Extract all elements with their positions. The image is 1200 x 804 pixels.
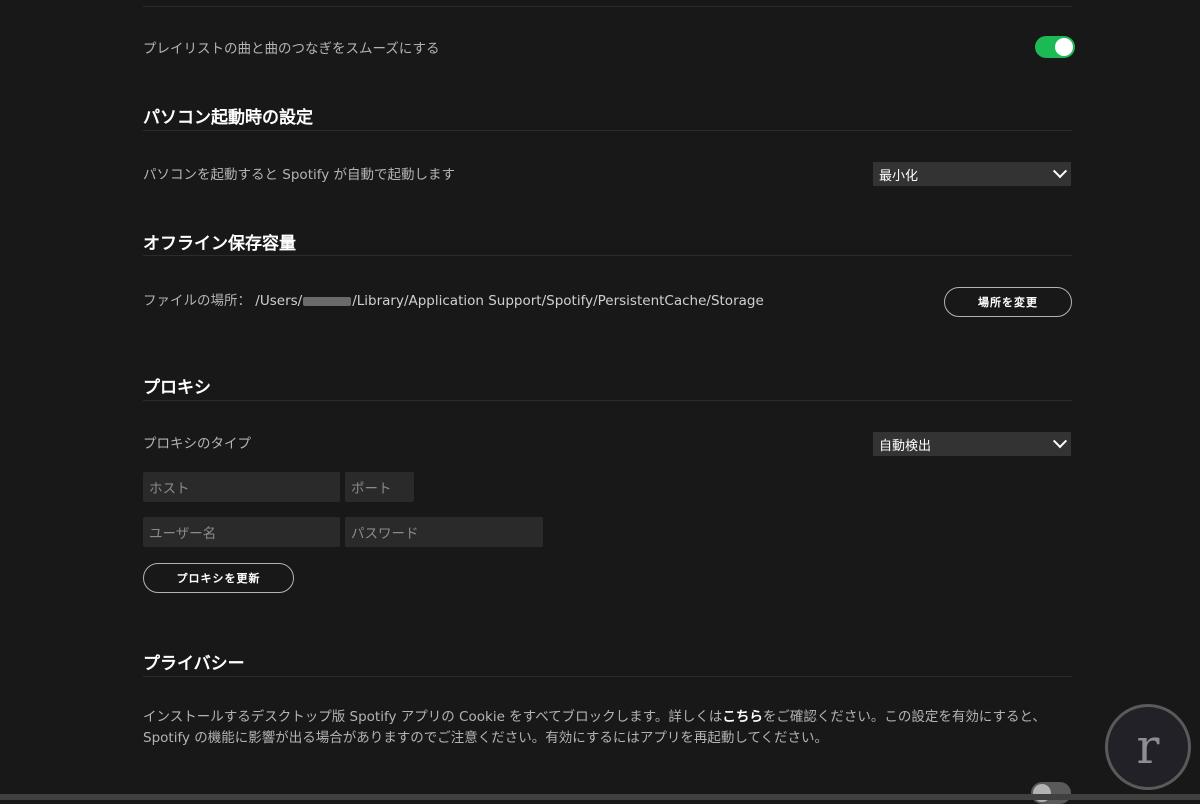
privacy-divider bbox=[143, 676, 1072, 677]
toggle-knob bbox=[1055, 38, 1073, 56]
startup-description: パソコンを起動すると Spotify が自動で起動します bbox=[143, 167, 456, 183]
proxy-divider bbox=[143, 400, 1072, 401]
storage-location-row: ファイルの場所： /Users/ /Library/Application Sup… bbox=[143, 289, 1072, 309]
proxy-username-input[interactable]: ユーザー名 bbox=[143, 517, 340, 547]
chevron-down-icon bbox=[1052, 434, 1068, 449]
change-location-button[interactable]: 場所を変更 bbox=[944, 287, 1072, 317]
update-proxy-button[interactable]: プロキシを更新 bbox=[143, 563, 294, 593]
storage-path: /Users/ /Library/Application Support/Spot… bbox=[255, 293, 763, 309]
redacted-username bbox=[303, 296, 352, 306]
proxy-type-value: 自動検出 bbox=[879, 438, 932, 454]
offline-section-title: オフライン保存容量 bbox=[143, 234, 296, 254]
crossfade-label: プレイリストの曲と曲のつなぎをスムーズにする bbox=[143, 41, 440, 57]
startup-section-title: パソコン起動時の設定 bbox=[143, 108, 313, 128]
top-divider bbox=[143, 6, 1072, 7]
startup-select-value: 最小化 bbox=[879, 168, 919, 184]
bottom-scroll-edge bbox=[0, 794, 1200, 800]
host-placeholder: ホスト bbox=[149, 481, 190, 497]
proxy-host-input[interactable]: ホスト bbox=[143, 472, 340, 502]
watermark-letter: r bbox=[1136, 719, 1160, 775]
storage-location-label: ファイルの場所： bbox=[143, 293, 251, 309]
storage-path-prefix: /Users/ bbox=[255, 293, 303, 309]
startup-behavior-select[interactable]: 最小化 bbox=[873, 162, 1071, 186]
proxy-password-input[interactable]: パスワード bbox=[345, 517, 543, 547]
privacy-text-before: インストールするデスクトップ版 Spotify アプリの Cookie をすべて… bbox=[143, 709, 723, 725]
site-watermark-logo: r bbox=[1105, 704, 1191, 790]
password-placeholder: パスワード bbox=[351, 526, 419, 542]
crossfade-toggle[interactable] bbox=[1035, 36, 1075, 58]
chevron-down-icon bbox=[1052, 164, 1068, 179]
privacy-section-title: プライバシー bbox=[143, 654, 245, 674]
offline-divider bbox=[143, 255, 1072, 256]
privacy-details-link[interactable]: こちら bbox=[722, 709, 763, 725]
proxy-type-label: プロキシのタイプ bbox=[143, 436, 251, 452]
startup-divider bbox=[143, 130, 1072, 131]
username-placeholder: ユーザー名 bbox=[149, 526, 217, 542]
proxy-port-input[interactable]: ポート bbox=[345, 472, 414, 502]
proxy-section-title: プロキシ bbox=[143, 378, 211, 398]
proxy-type-select[interactable]: 自動検出 bbox=[873, 432, 1071, 456]
cookie-block-toggle[interactable] bbox=[1031, 782, 1071, 804]
storage-path-suffix: /Library/Application Support/Spotify/Per… bbox=[352, 293, 764, 309]
crossfade-setting: プレイリストの曲と曲のつなぎをスムーズにする bbox=[143, 37, 1072, 57]
port-placeholder: ポート bbox=[351, 481, 392, 497]
privacy-description: インストールするデスクトップ版 Spotify アプリの Cookie をすべて… bbox=[143, 707, 1053, 749]
